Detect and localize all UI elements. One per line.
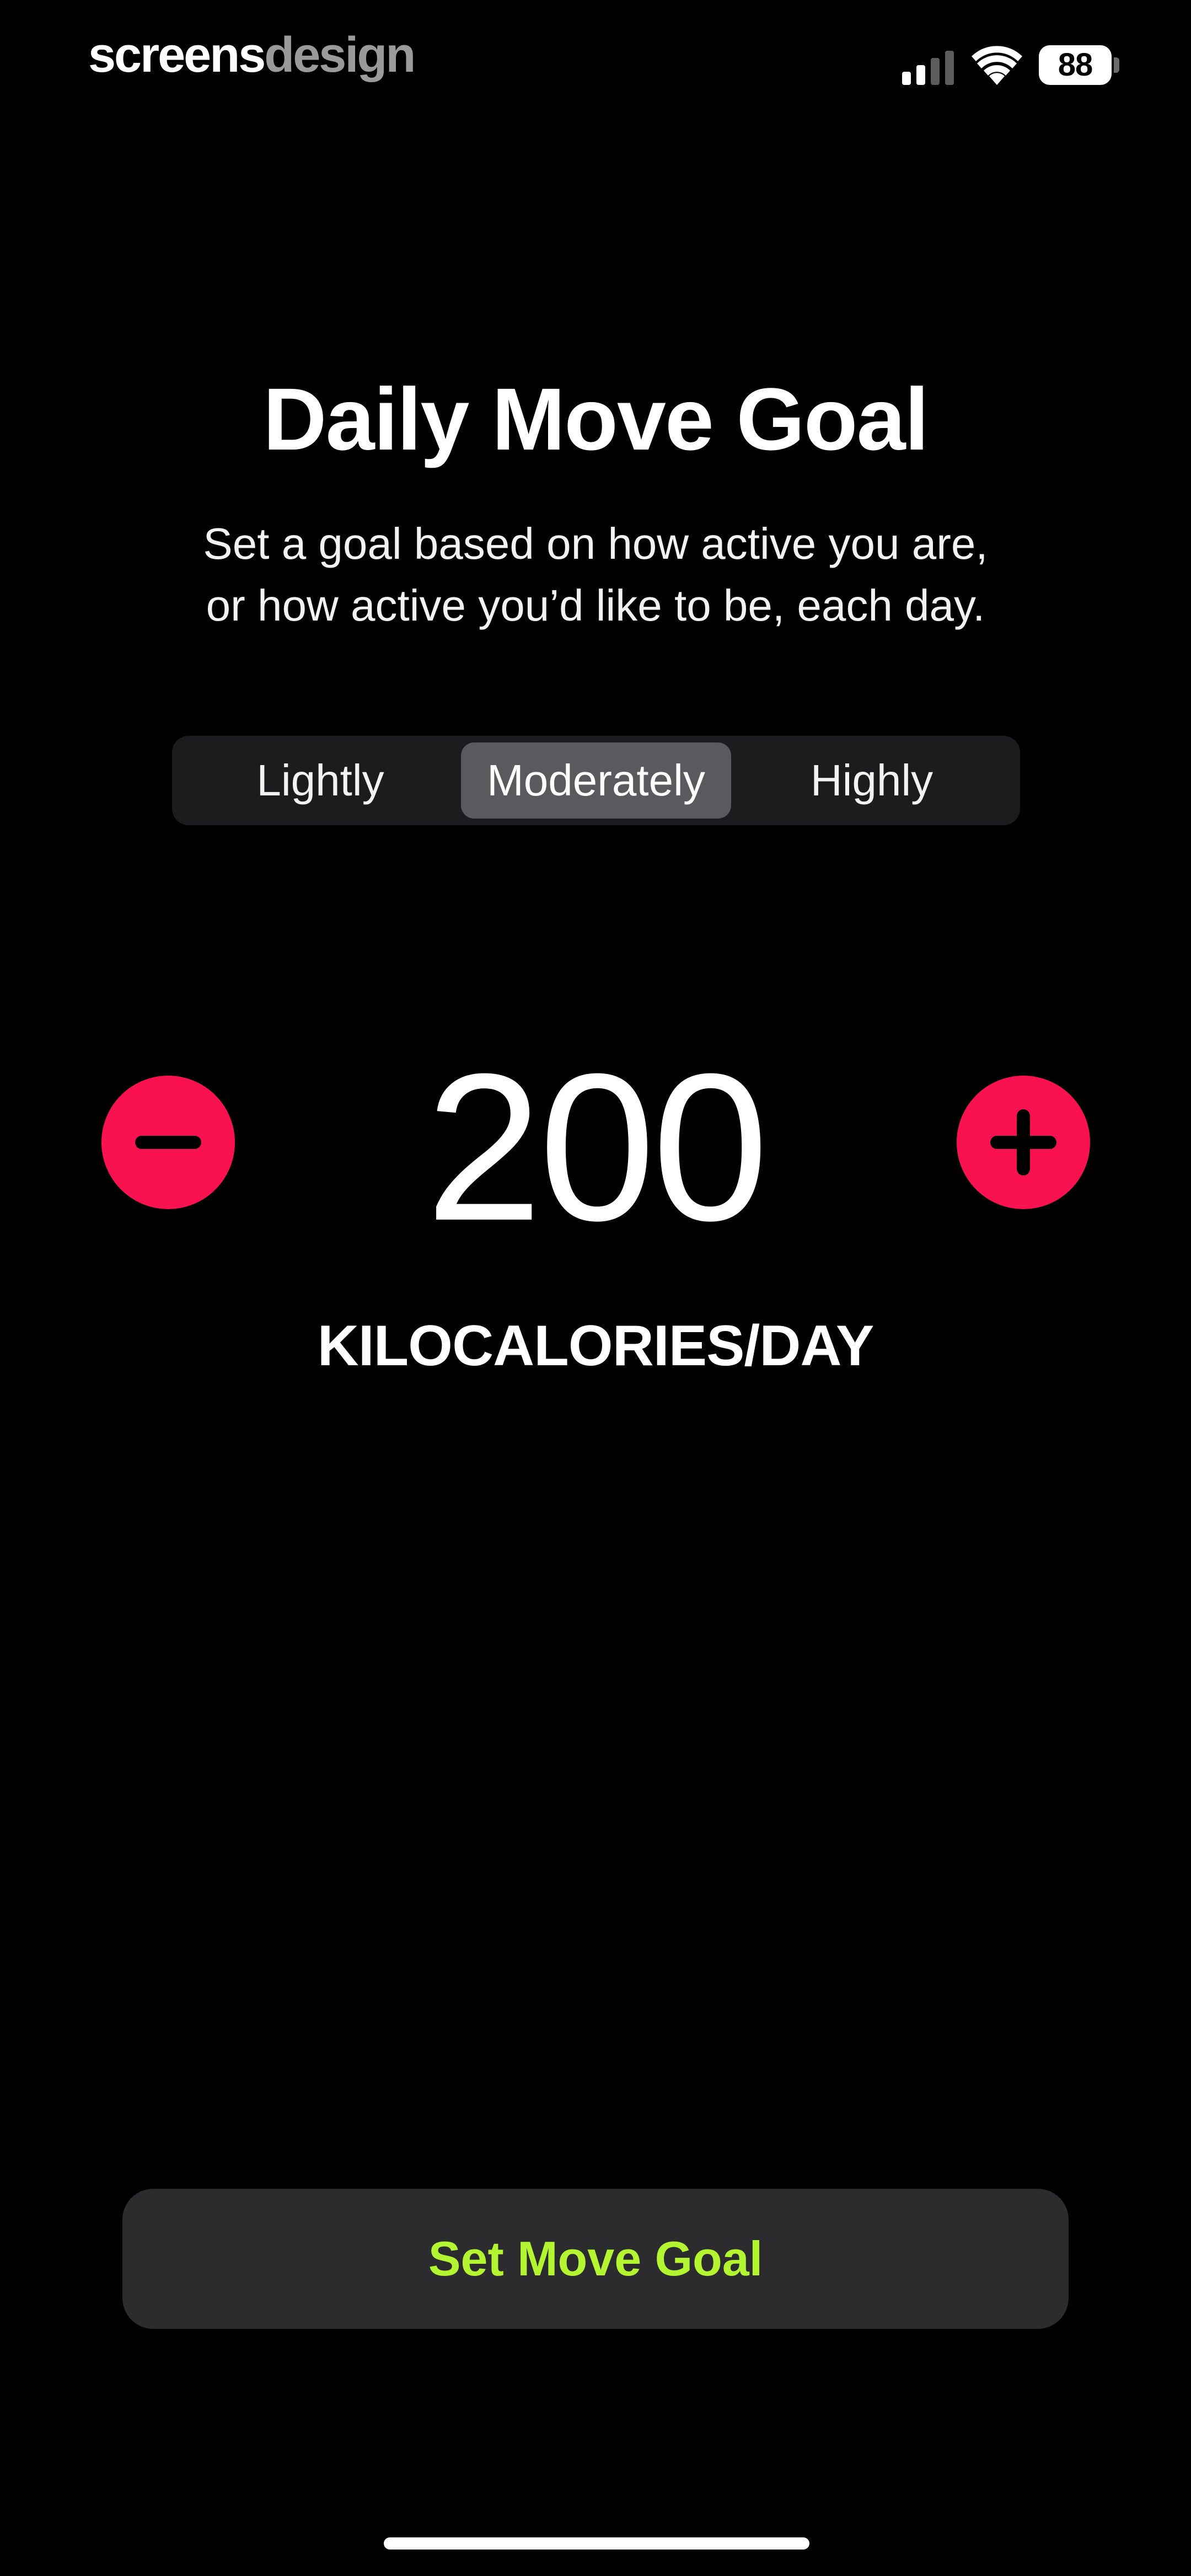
activity-level-segmented-control: Lightly Moderately Highly bbox=[172, 736, 1020, 825]
segment-lightly[interactable]: Lightly bbox=[180, 742, 461, 819]
increase-goal-button[interactable] bbox=[957, 1076, 1090, 1209]
decrease-goal-button[interactable] bbox=[101, 1076, 235, 1209]
page-title: Daily Move Goal bbox=[263, 370, 929, 468]
status-bar: screensdesign 88 bbox=[0, 0, 1191, 110]
battery-cap bbox=[1114, 57, 1119, 73]
battery-icon: 88 bbox=[1039, 45, 1112, 85]
segment-moderately[interactable]: Moderately bbox=[461, 742, 731, 819]
wifi-icon bbox=[972, 46, 1022, 85]
set-move-goal-button[interactable]: Set Move Goal bbox=[122, 2189, 1069, 2329]
brand-watermark: screensdesign bbox=[88, 22, 416, 88]
home-indicator[interactable] bbox=[384, 2537, 809, 2550]
subtitle-line-2: or how active you’d like to be, each day… bbox=[206, 581, 985, 630]
page-subtitle: Set a goal based on how active you are, … bbox=[0, 513, 1191, 637]
brand-text-primary: screens bbox=[88, 28, 266, 83]
brand-text-secondary: design bbox=[264, 28, 416, 83]
minus-icon bbox=[135, 1136, 201, 1149]
goal-units-label: KILOCALORIES/DAY bbox=[317, 1314, 875, 1378]
goal-value: 200 bbox=[425, 1030, 769, 1264]
segment-highly[interactable]: Highly bbox=[731, 742, 1012, 819]
plus-icon bbox=[990, 1109, 1056, 1175]
subtitle-line-1: Set a goal based on how active you are, bbox=[203, 519, 988, 568]
signal-icon bbox=[902, 51, 954, 85]
